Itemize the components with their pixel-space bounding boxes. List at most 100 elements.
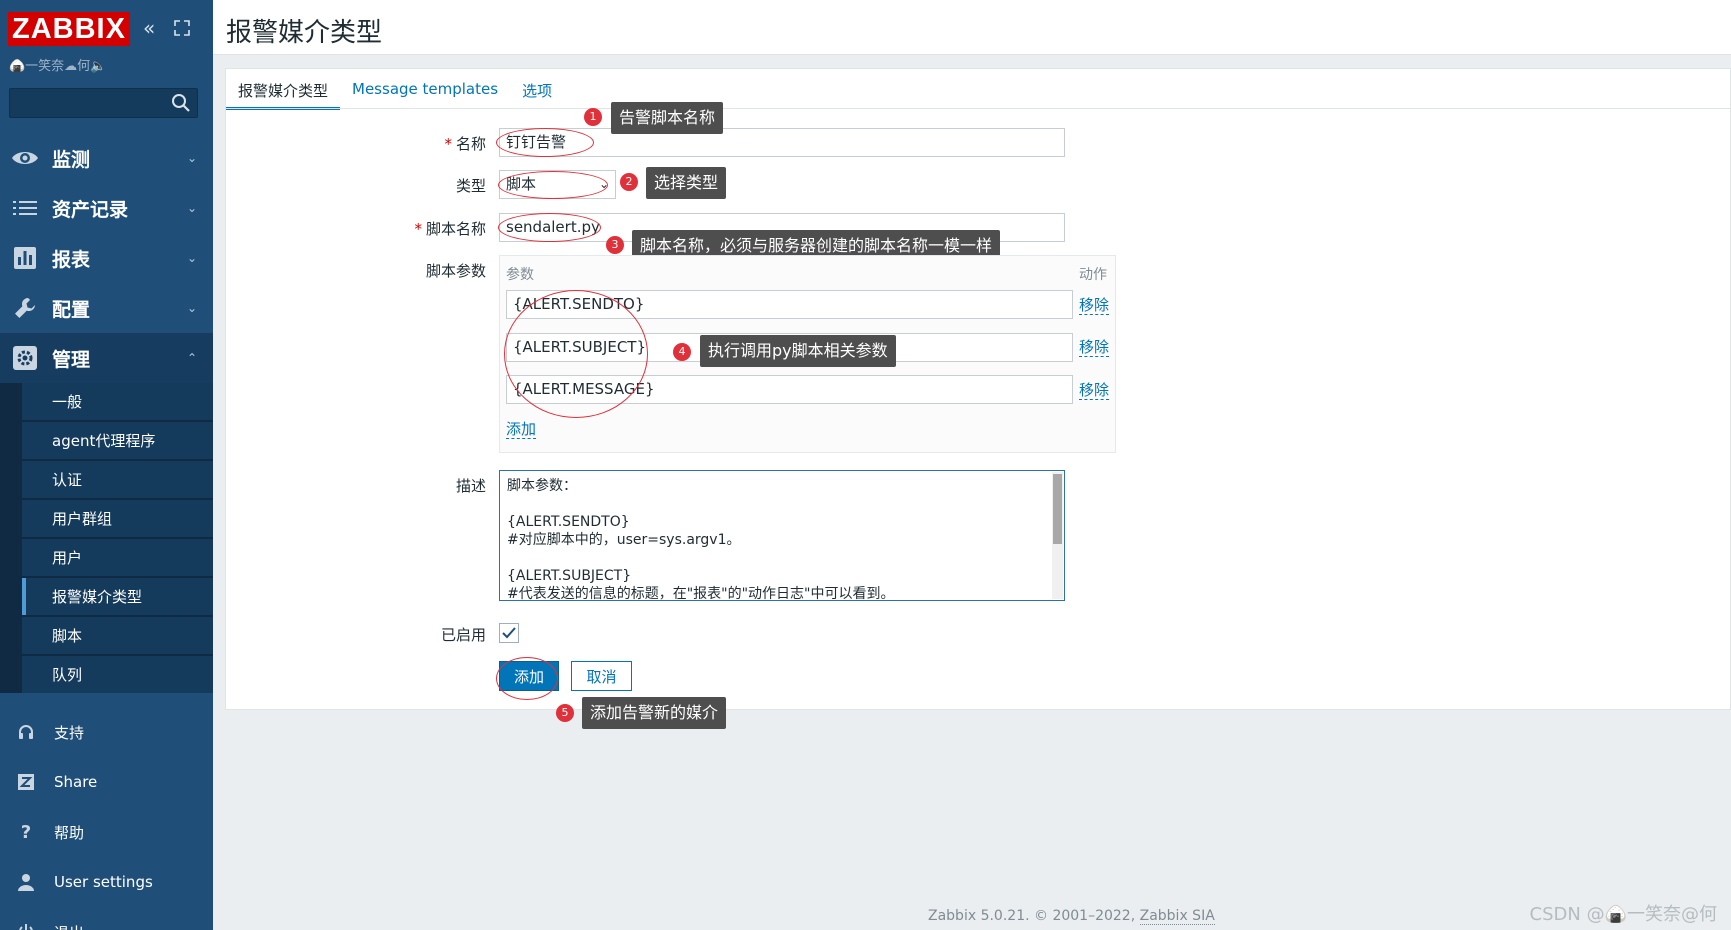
- gear-icon: [10, 346, 40, 370]
- menu-help[interactable]: ? 帮助: [0, 812, 213, 852]
- menu-user-settings[interactable]: User settings: [0, 862, 213, 902]
- tab-bar: 报警媒介类型 Message templates 选项: [226, 72, 564, 110]
- type-select-value: 脚本: [506, 175, 537, 193]
- name-label: * 名称: [444, 135, 486, 153]
- menu-label: Share: [54, 773, 98, 791]
- chevron-down-icon: ⌄: [186, 201, 197, 215]
- submenu-item-authentication[interactable]: 认证: [22, 461, 213, 498]
- tab-divider: [226, 108, 1731, 109]
- headset-icon: [14, 723, 38, 741]
- search-icon[interactable]: [171, 93, 191, 113]
- description-line: #对应脚本中的，user=sys.argv1。: [507, 532, 741, 548]
- name-input[interactable]: 钉钉告警: [499, 128, 1065, 157]
- menu-label: User settings: [54, 873, 153, 891]
- description-line: #代表发送的信息的标题，在"报表"的"动作日志"中可以看到。: [507, 586, 895, 601]
- annotation-callout: 选择类型: [646, 167, 727, 199]
- annotation-callout: 添加告警新的媒介: [582, 697, 727, 729]
- params-column-header: 参数: [506, 267, 534, 283]
- param-input[interactable]: {ALERT.SENDTO}: [506, 290, 1073, 319]
- submenu-item-scripts[interactable]: 脚本: [22, 617, 213, 654]
- description-line: 脚本参数：: [507, 478, 577, 494]
- menu-label: 帮助: [54, 823, 85, 842]
- submenu-item-queue[interactable]: 队列: [22, 656, 213, 693]
- description-line: [507, 549, 1057, 567]
- menu-label: 报表: [52, 248, 91, 271]
- zabbix-share-icon: [14, 774, 38, 790]
- question-icon: ?: [20, 821, 32, 843]
- menu-reports[interactable]: 报表 ⌄: [0, 233, 213, 283]
- menu-label: 管理: [52, 348, 91, 371]
- menu-label: 资产记录: [52, 198, 129, 221]
- type-select[interactable]: 脚本 ⌄: [499, 170, 616, 199]
- annotation-callout: 告警脚本名称: [611, 102, 724, 134]
- cancel-button[interactable]: 取消: [571, 661, 632, 691]
- required-marker: *: [414, 220, 422, 238]
- enabled-label: 已启用: [440, 626, 486, 644]
- menu-configuration[interactable]: 配置 ⌄: [0, 283, 213, 333]
- checkmark-icon: [502, 627, 516, 639]
- search-input[interactable]: [9, 88, 198, 118]
- submenu-item-proxies[interactable]: agent代理程序: [22, 422, 213, 459]
- annotation-badge: 1: [584, 108, 602, 126]
- description-line: {ALERT.SUBJECT}: [507, 568, 632, 584]
- menu-inventory[interactable]: 资产记录 ⌄: [0, 183, 213, 233]
- add-button[interactable]: 添加: [499, 661, 559, 691]
- chevron-down-icon: ⌄: [186, 301, 197, 315]
- tab-message-templates[interactable]: Message templates: [340, 72, 510, 110]
- eye-icon: [10, 146, 40, 170]
- wrench-icon: [10, 296, 40, 320]
- menu-administration[interactable]: 管理 ⌃: [0, 333, 213, 383]
- script-name-label: * 脚本名称: [414, 220, 486, 238]
- submenu-item-media-types[interactable]: 报警媒介类型: [22, 578, 213, 615]
- description-line: [507, 495, 1057, 513]
- script-params-label: 脚本参数: [425, 262, 486, 280]
- menu-label: 退出: [54, 922, 84, 930]
- description-line: {ALERT.SENDTO}: [507, 514, 630, 530]
- type-label: 类型: [455, 177, 486, 195]
- footer-link[interactable]: Zabbix SIA: [1139, 908, 1215, 925]
- header: [213, 0, 1731, 55]
- chevron-down-icon: ⌄: [598, 177, 609, 191]
- bar-chart-icon: [10, 246, 40, 270]
- submenu-item-general[interactable]: 一般: [22, 383, 213, 420]
- user-icon: [14, 873, 38, 891]
- remove-param-link[interactable]: 移除: [1079, 381, 1110, 400]
- tab-options[interactable]: 选项: [510, 72, 564, 110]
- collapse-sidebar-icon[interactable]: «: [143, 16, 155, 40]
- annotation-badge: 4: [673, 343, 691, 361]
- actions-column-header: 动作: [1079, 267, 1107, 283]
- menu-monitoring[interactable]: 监测 ⌄: [0, 133, 213, 183]
- annotation-badge: 5: [556, 704, 574, 722]
- sidebar: ZABBIX « 🍙一笑奈☁何🔈 监测 ⌄ 资产记录 ⌄ 报表 ⌄ 配置 ⌄ 管…: [0, 0, 213, 930]
- required-marker: *: [444, 135, 452, 153]
- kiosk-mode-icon[interactable]: [173, 18, 191, 42]
- menu-label: 配置: [52, 298, 91, 321]
- param-input[interactable]: {ALERT.MESSAGE}: [506, 375, 1073, 404]
- watermark: CSDN @🍙一笑奈@何: [1529, 904, 1717, 925]
- scrollbar-thumb[interactable]: [1053, 474, 1062, 544]
- menu-label: 监测: [52, 148, 91, 171]
- remove-param-link[interactable]: 移除: [1079, 338, 1110, 357]
- admin-submenu: 一般 agent代理程序 认证 用户群组 用户 报警媒介类型 脚本 队列: [0, 383, 213, 693]
- remove-param-link[interactable]: 移除: [1079, 296, 1110, 315]
- chevron-down-icon: ⌄: [186, 251, 197, 265]
- enabled-checkbox[interactable]: [499, 623, 519, 643]
- menu-sign-out[interactable]: 退出: [0, 912, 213, 930]
- description-textarea[interactable]: 脚本参数： {ALERT.SENDTO} #对应脚本中的，user=sys.ar…: [499, 470, 1065, 601]
- user-label: 🍙一笑奈☁何🔈: [9, 59, 107, 74]
- menu-share[interactable]: Share: [0, 762, 213, 802]
- add-param-link[interactable]: 添加: [506, 420, 537, 439]
- submenu-item-user-groups[interactable]: 用户群组: [22, 500, 213, 537]
- zabbix-logo[interactable]: ZABBIX: [8, 12, 130, 46]
- chevron-up-icon: ⌃: [186, 351, 197, 365]
- annotation-badge: 2: [620, 173, 638, 191]
- footer-text: Zabbix 5.0.21. © 2001–2022,: [928, 908, 1136, 924]
- annotation-badge: 3: [606, 236, 624, 254]
- description-scrollbar[interactable]: [1052, 472, 1063, 599]
- submenu-item-users[interactable]: 用户: [22, 539, 213, 576]
- chevron-down-icon: ⌄: [186, 151, 197, 165]
- menu-support[interactable]: 支持: [0, 712, 213, 752]
- page-title: 报警媒介类型: [226, 18, 383, 48]
- tab-media-type[interactable]: 报警媒介类型: [226, 72, 341, 110]
- description-label: 描述: [455, 477, 486, 495]
